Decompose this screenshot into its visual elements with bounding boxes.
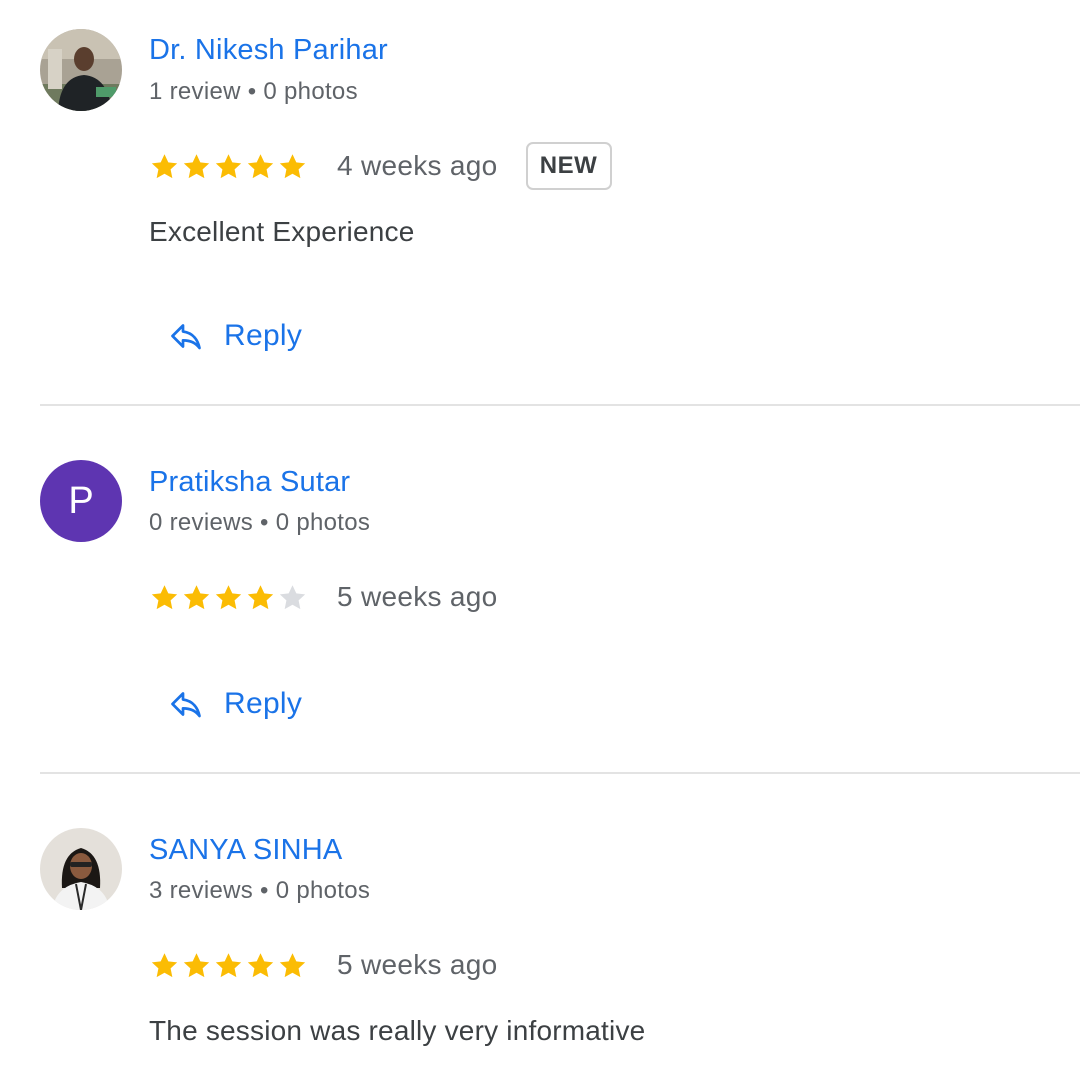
star-filled-icon [215,952,242,977]
review-time: 5 weeks ago [337,581,498,612]
star-filled-icon [183,584,210,609]
star-rating [149,151,308,182]
star-filled-icon [279,153,306,178]
rating-row: 5 weeks ago [149,572,498,622]
review-time: 5 weeks ago [337,949,498,980]
star-empty-icon [279,584,306,609]
avatar[interactable] [40,828,122,910]
star-filled-icon [215,584,242,609]
review-text: The session was really very informative [149,1015,646,1046]
star-filled-icon [151,153,178,178]
divider [40,404,1080,406]
star-rating [149,582,308,613]
star-filled-icon [215,153,242,178]
star-filled-icon [183,952,210,977]
avatar-photo [40,828,122,910]
reply-arrow-icon [171,324,201,350]
rating-row: 5 weeks ago [149,940,498,990]
reviewer-name[interactable]: SANYA SINHA [149,834,342,867]
divider [40,772,1080,774]
reviewer-name[interactable]: Dr. Nikesh Parihar [149,34,388,67]
reviewer-stats: 1 review • 0 photos [149,78,358,105]
avatar-photo [40,29,122,111]
star-filled-icon [151,584,178,609]
reply-label: Reply [224,319,303,352]
review-text: Excellent Experience [149,216,415,247]
reply-label: Reply [224,687,303,720]
star-filled-icon [247,153,274,178]
avatar[interactable]: P [40,460,122,542]
reply-arrow-icon [171,692,201,718]
reviewer-stats: 0 reviews • 0 photos [149,509,371,536]
reviewer-stats: 3 reviews • 0 photos [149,877,371,904]
reply-button[interactable]: Reply [168,686,302,722]
star-filled-icon [151,952,178,977]
star-filled-icon [183,153,210,178]
new-badge: NEW [525,142,612,190]
reply-button[interactable]: Reply [168,318,302,354]
review-time: 4 weeks ago [337,150,498,181]
star-filled-icon [247,952,274,977]
reviewer-name[interactable]: Pratiksha Sutar [149,466,350,499]
star-filled-icon [279,952,306,977]
rating-row: 4 weeks ago NEW [149,141,612,191]
avatar[interactable] [40,29,122,111]
star-rating [149,950,308,981]
star-filled-icon [247,584,274,609]
